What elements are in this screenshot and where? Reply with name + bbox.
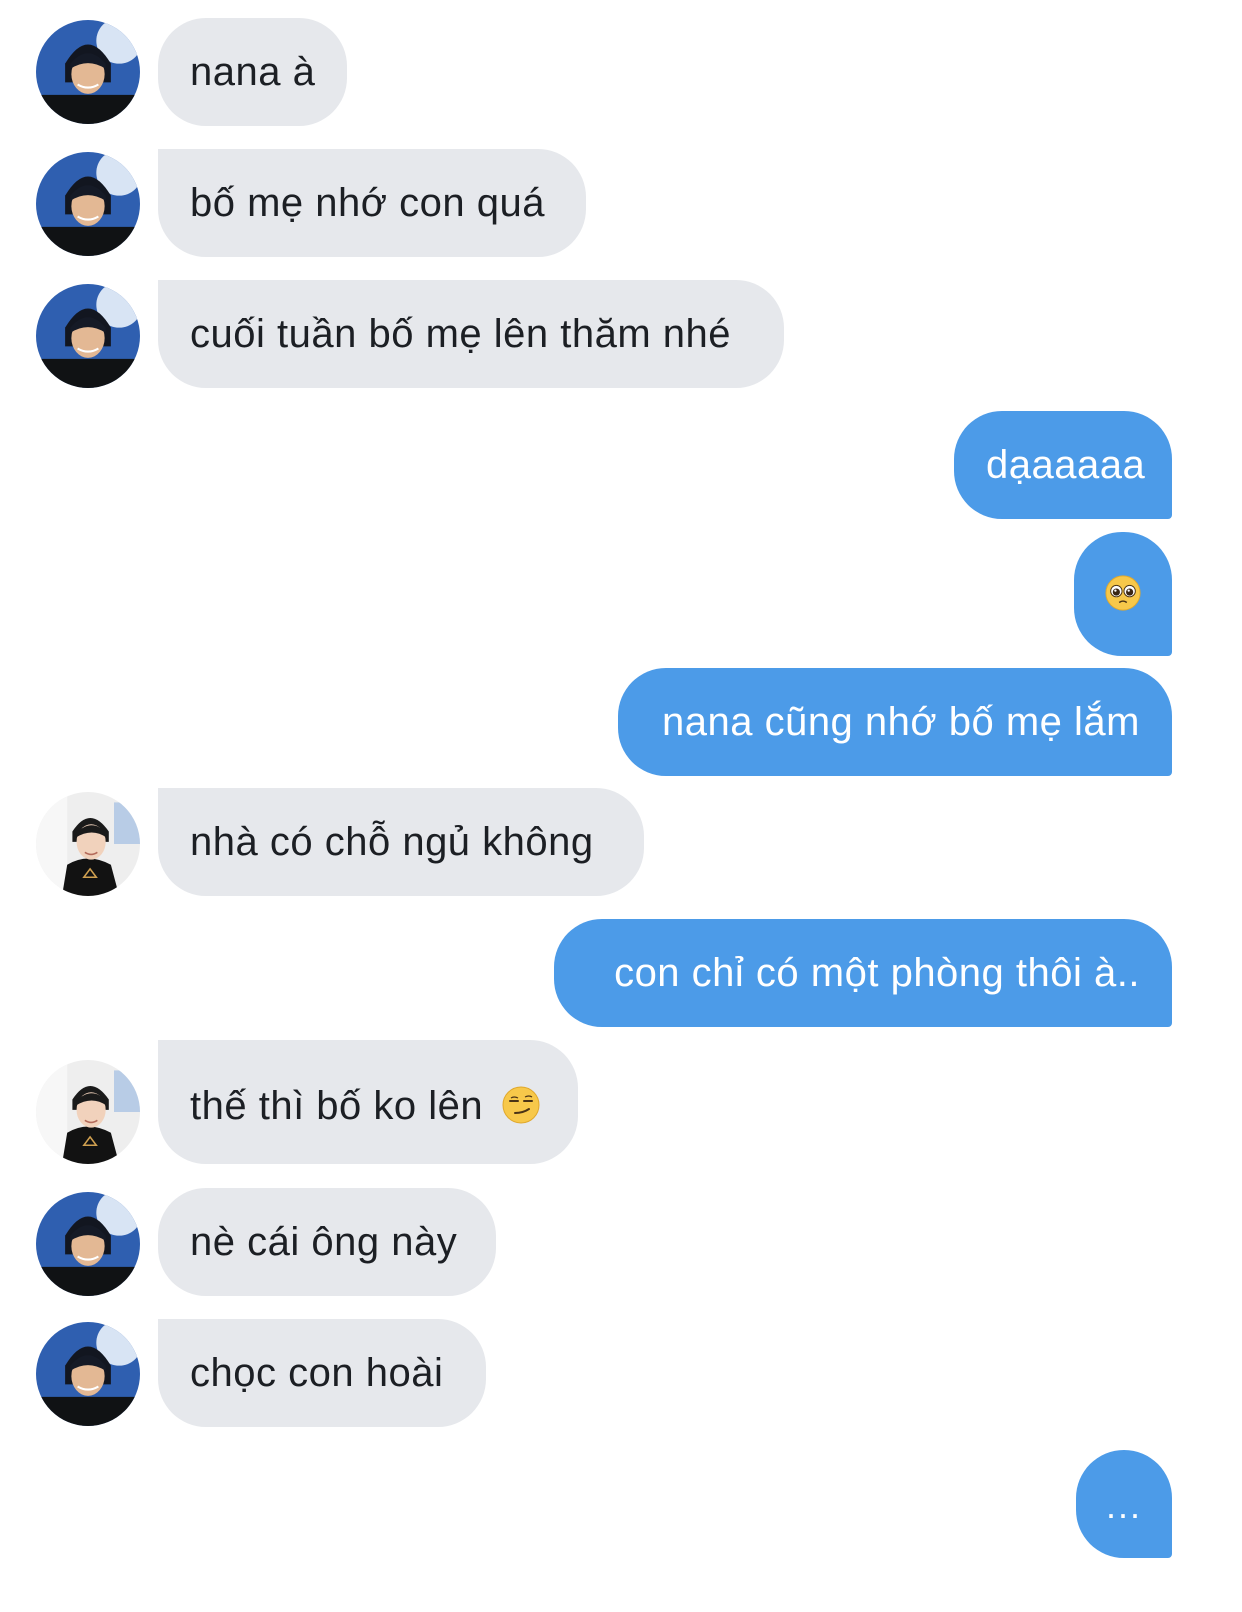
avatar-a-photo <box>36 1322 140 1426</box>
message-text: chọc con hoài <box>190 1351 444 1395</box>
message-bubble[interactable]: bố mẹ nhớ con quá <box>158 149 586 257</box>
avatar[interactable] <box>36 152 140 256</box>
message-bubble[interactable]: cuối tuần bố mẹ lên thăm nhé <box>158 280 784 388</box>
message-text: nana cũng nhớ bố mẹ lắm <box>661 700 1140 744</box>
message-bubble[interactable]: nana cũng nhớ bố mẹ lắm <box>618 668 1172 776</box>
message-text: bố mẹ nhớ con quá <box>190 181 545 225</box>
avatar-b-photo <box>36 1060 140 1164</box>
message-text: nè cái ông này <box>190 1220 458 1264</box>
avatar[interactable] <box>36 284 140 388</box>
pleading-face-emoji <box>1104 574 1142 612</box>
message-bubble[interactable]: nana à <box>158 18 348 126</box>
message-bubble[interactable]: nè cái ông này <box>158 1188 496 1296</box>
message-bubble[interactable]: ... <box>1076 1450 1172 1558</box>
message-bubble[interactable]: chọc con hoài <box>158 1319 486 1427</box>
avatar[interactable] <box>36 1322 140 1426</box>
message-text: con chỉ có một phòng thôi à.. <box>614 951 1140 995</box>
message-text: dạaaaaa <box>986 443 1146 487</box>
avatar-a-photo <box>36 20 140 124</box>
message-bubble[interactable] <box>1074 532 1172 656</box>
avatar[interactable] <box>36 1060 140 1164</box>
message-text: nhà có chỗ ngủ không <box>190 820 594 864</box>
avatar-a-photo <box>36 284 140 388</box>
avatar[interactable] <box>36 1192 140 1296</box>
avatar-a-photo <box>36 1192 140 1296</box>
message-text: cuối tuần bố mẹ lên thăm nhé <box>190 312 732 356</box>
message-text: ... <box>1105 1485 1142 1526</box>
avatar[interactable] <box>36 20 140 124</box>
avatar-b-photo <box>36 792 140 896</box>
message-text: thế thì bố ko lên <box>190 1084 484 1128</box>
message-bubble[interactable]: nhà có chỗ ngủ không <box>158 788 644 896</box>
message-bubble[interactable]: con chỉ có một phòng thôi à.. <box>554 919 1172 1027</box>
message-text: nana à <box>190 50 316 94</box>
smirking-face-emoji <box>501 1085 541 1125</box>
avatar-a-photo <box>36 152 140 256</box>
message-bubble[interactable]: dạaaaaa <box>954 411 1172 519</box>
avatar[interactable] <box>36 792 140 896</box>
message-bubble[interactable]: thế thì bố ko lên <box>158 1040 578 1164</box>
